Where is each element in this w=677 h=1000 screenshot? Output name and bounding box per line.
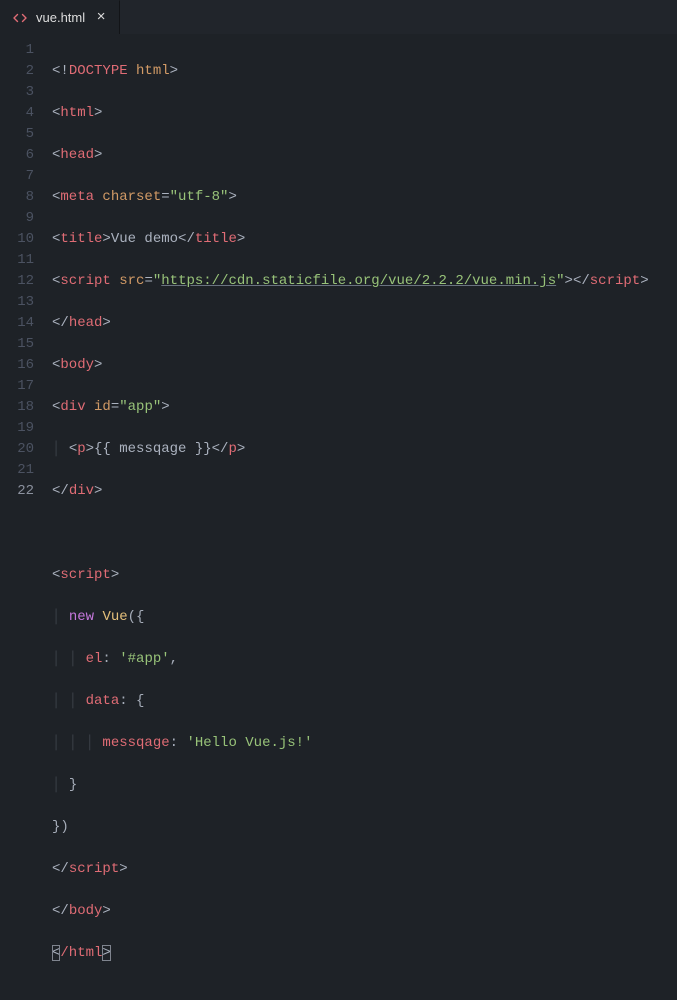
- code-line[interactable]: <div id="app">: [52, 397, 649, 418]
- line-number: 12: [0, 271, 52, 292]
- tab-active[interactable]: vue.html ×: [0, 0, 120, 34]
- line-number: 17: [0, 376, 52, 397]
- code-line[interactable]: <html>: [52, 103, 649, 124]
- code-line[interactable]: │ }: [52, 775, 649, 796]
- code-line[interactable]: </head>: [52, 313, 649, 334]
- tab-filename: vue.html: [36, 10, 85, 25]
- line-number: 8: [0, 187, 52, 208]
- line-number: 7: [0, 166, 52, 187]
- line-number: 1: [0, 40, 52, 61]
- line-number: 11: [0, 250, 52, 271]
- code-line[interactable]: </script>: [52, 859, 649, 880]
- code-line[interactable]: <head>: [52, 145, 649, 166]
- code-line[interactable]: [52, 523, 649, 544]
- line-number: 21: [0, 460, 52, 481]
- line-number: 10: [0, 229, 52, 250]
- line-number: 20: [0, 439, 52, 460]
- code-line[interactable]: │ │ │ messqage: 'Hello Vue.js!': [52, 733, 649, 754]
- code-line[interactable]: <script src="https://cdn.staticfile.org/…: [52, 271, 649, 292]
- code-line[interactable]: <!DOCTYPE html>: [52, 61, 649, 82]
- code-line[interactable]: </div>: [52, 481, 649, 502]
- line-number: 5: [0, 124, 52, 145]
- code-area[interactable]: <!DOCTYPE html> <html> <head> <meta char…: [52, 34, 649, 500]
- line-number: 3: [0, 82, 52, 103]
- code-line[interactable]: │ │ data: {: [52, 691, 649, 712]
- code-line[interactable]: <meta charset="utf-8">: [52, 187, 649, 208]
- code-line[interactable]: </html>: [52, 943, 649, 964]
- close-icon[interactable]: ×: [93, 10, 109, 26]
- code-line[interactable]: }): [52, 817, 649, 838]
- line-number: 6: [0, 145, 52, 166]
- tab-bar: vue.html ×: [0, 0, 677, 34]
- code-line[interactable]: </body>: [52, 901, 649, 922]
- line-number: 13: [0, 292, 52, 313]
- line-number: 19: [0, 418, 52, 439]
- code-file-icon: [12, 10, 28, 26]
- code-line[interactable]: │ │ el: '#app',: [52, 649, 649, 670]
- line-number-gutter: 1 2 3 4 5 6 7 8 9 10 11 12 13 14 15 16 1…: [0, 34, 52, 500]
- line-number: 4: [0, 103, 52, 124]
- line-number: 2: [0, 61, 52, 82]
- code-line[interactable]: │ new Vue({: [52, 607, 649, 628]
- line-number: 18: [0, 397, 52, 418]
- code-line[interactable]: <body>: [52, 355, 649, 376]
- code-line[interactable]: <title>Vue demo</title>: [52, 229, 649, 250]
- line-number: 22: [0, 481, 52, 502]
- line-number: 15: [0, 334, 52, 355]
- line-number: 14: [0, 313, 52, 334]
- line-number: 9: [0, 208, 52, 229]
- code-line[interactable]: │ <p>{{ messqage }}</p>: [52, 439, 649, 460]
- editor[interactable]: 1 2 3 4 5 6 7 8 9 10 11 12 13 14 15 16 1…: [0, 34, 677, 500]
- line-number: 16: [0, 355, 52, 376]
- code-line[interactable]: <script>: [52, 565, 649, 586]
